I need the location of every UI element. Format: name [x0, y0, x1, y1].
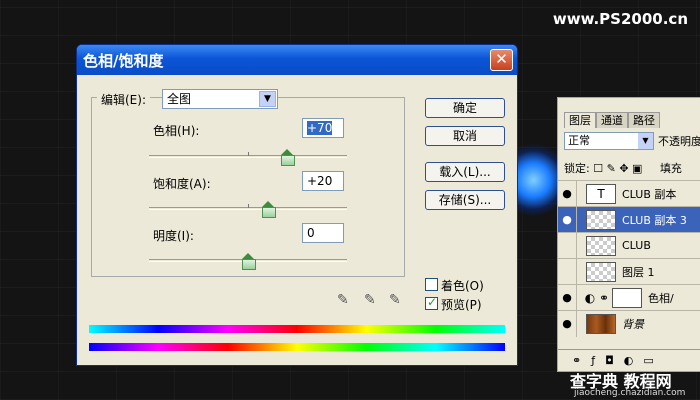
lightness-label: 明度(I):	[153, 229, 194, 243]
lightness-input[interactable]: 0	[302, 223, 344, 243]
saturation-input[interactable]: +20	[302, 171, 344, 191]
saturation-slider-track[interactable]	[149, 204, 347, 210]
saturation-input-value: +20	[307, 174, 333, 188]
layer-row[interactable]: ● 背景	[558, 310, 700, 337]
preview-label: 预览(P)	[441, 298, 482, 312]
layer-row-selected[interactable]: ● CLUB 副本 3	[558, 206, 700, 233]
layer-name: 背景	[622, 317, 644, 331]
layer-name: CLUB 副本 3	[622, 213, 687, 227]
ok-button[interactable]: 确定	[425, 98, 505, 118]
layer-thumbnail	[586, 209, 616, 230]
tab-layers[interactable]: 图层	[564, 112, 596, 128]
eyedropper-minus-icon[interactable]: ✎	[389, 292, 407, 310]
fill-label: 填充	[659, 162, 682, 175]
dialog-titlebar[interactable]: 色相/饱和度	[77, 45, 517, 75]
blend-mode-value: 正常	[568, 134, 590, 147]
hue-slider-thumb[interactable]	[280, 149, 295, 166]
dialog-title: 色相/饱和度	[83, 51, 164, 70]
tab-channels[interactable]: 通道	[596, 112, 628, 128]
save-button[interactable]: 存储(S)...	[425, 190, 505, 210]
result-hue-bar	[89, 343, 505, 351]
hue-slider-track[interactable]	[149, 152, 347, 158]
chevron-down-icon[interactable]: ▼	[259, 91, 276, 107]
background-thumbnail	[586, 313, 616, 334]
lightness-input-value: 0	[307, 226, 315, 240]
lock-brush-icon[interactable]: ✎	[607, 162, 616, 175]
hue-label: 色相(H):	[153, 124, 200, 138]
layer-thumbnail	[586, 261, 616, 282]
folder-icon[interactable]: ▭	[643, 354, 653, 367]
club-glow-text	[515, 140, 561, 220]
layer-row[interactable]: ● ◐ ⚭ 色相/	[558, 284, 700, 311]
eye-icon[interactable]: ●	[558, 213, 576, 226]
layers-tabs: 图层 通道 路径	[564, 112, 660, 128]
hue-input-value: +70	[307, 121, 333, 135]
lightness-slider-thumb[interactable]	[242, 253, 256, 270]
lock-all-icon[interactable]: ▣	[632, 162, 642, 175]
link-layers-icon[interactable]: ⚭	[572, 354, 581, 367]
lock-label: 锁定:	[564, 162, 590, 175]
eye-icon[interactable]: ●	[558, 317, 576, 330]
close-button[interactable]: ✕	[490, 49, 513, 71]
lock-move-icon[interactable]: ✥	[619, 162, 628, 175]
colorize-label: 着色(O)	[441, 279, 484, 293]
lock-row: 锁定: ☐ ✎ ✥ ▣ 填充	[564, 160, 682, 176]
hue-input[interactable]: +70	[302, 118, 344, 138]
edit-dropdown[interactable]: 全图 ▼	[162, 89, 278, 109]
tab-paths[interactable]: 路径	[628, 112, 660, 128]
layer-name: CLUB	[622, 239, 651, 252]
eyedropper-plus-icon[interactable]: ✎	[364, 292, 382, 310]
text-layer-thumbnail: T	[586, 183, 616, 204]
opacity-label: 不透明度	[658, 135, 700, 148]
edit-label: 编辑(E):	[97, 91, 150, 108]
adjustment-icon: ◐	[584, 290, 596, 305]
layer-thumbnail	[586, 235, 616, 256]
colorize-checkbox[interactable]	[425, 278, 438, 291]
source-hue-bar	[89, 325, 505, 333]
layer-row[interactable]: ● T CLUB 副本	[558, 180, 700, 207]
eye-icon[interactable]: ●	[558, 291, 576, 304]
fx-icon[interactable]: ƒ	[591, 354, 595, 367]
edit-dropdown-value: 全图	[167, 92, 192, 106]
link-icon: ⚭	[598, 290, 610, 305]
layer-row[interactable]: CLUB	[558, 232, 700, 259]
load-button[interactable]: 载入(L)...	[425, 162, 505, 182]
new-adjustment-icon[interactable]: ◐	[624, 354, 634, 367]
saturation-label: 饱和度(A):	[153, 177, 211, 191]
eyedropper-icon[interactable]: ✎	[337, 292, 355, 310]
eye-icon[interactable]: ●	[558, 187, 576, 200]
preview-checkbox[interactable]	[425, 295, 438, 310]
cancel-button[interactable]: 取消	[425, 126, 505, 146]
adjustment-group	[91, 97, 405, 277]
layer-name: CLUB 副本	[622, 187, 677, 201]
layer-name: 色相/	[648, 291, 674, 305]
layers-panel: 图层 通道 路径 正常 ▼ 不透明度 锁定: ☐ ✎ ✥ ▣ 填充 ● T CL…	[557, 97, 700, 372]
mask-thumbnail	[612, 287, 642, 308]
footer-url: jiaocheng.chazidian.com	[574, 388, 686, 398]
lock-transparent-icon[interactable]: ☐	[593, 162, 603, 175]
hue-saturation-dialog: 色相/饱和度 ✕ 编辑(E): 全图 ▼ 色相(H): +70 饱和度(A): …	[76, 44, 518, 366]
saturation-slider-thumb[interactable]	[261, 201, 276, 218]
site-watermark: www.PS2000.cn	[552, 10, 688, 28]
chevron-down-icon[interactable]: ▼	[638, 133, 653, 149]
layer-name: 图层 1	[622, 265, 655, 279]
blend-mode-select[interactable]: 正常 ▼	[564, 132, 654, 150]
mask-icon[interactable]: ◘	[605, 354, 614, 367]
layer-row[interactable]: 图层 1	[558, 258, 700, 285]
